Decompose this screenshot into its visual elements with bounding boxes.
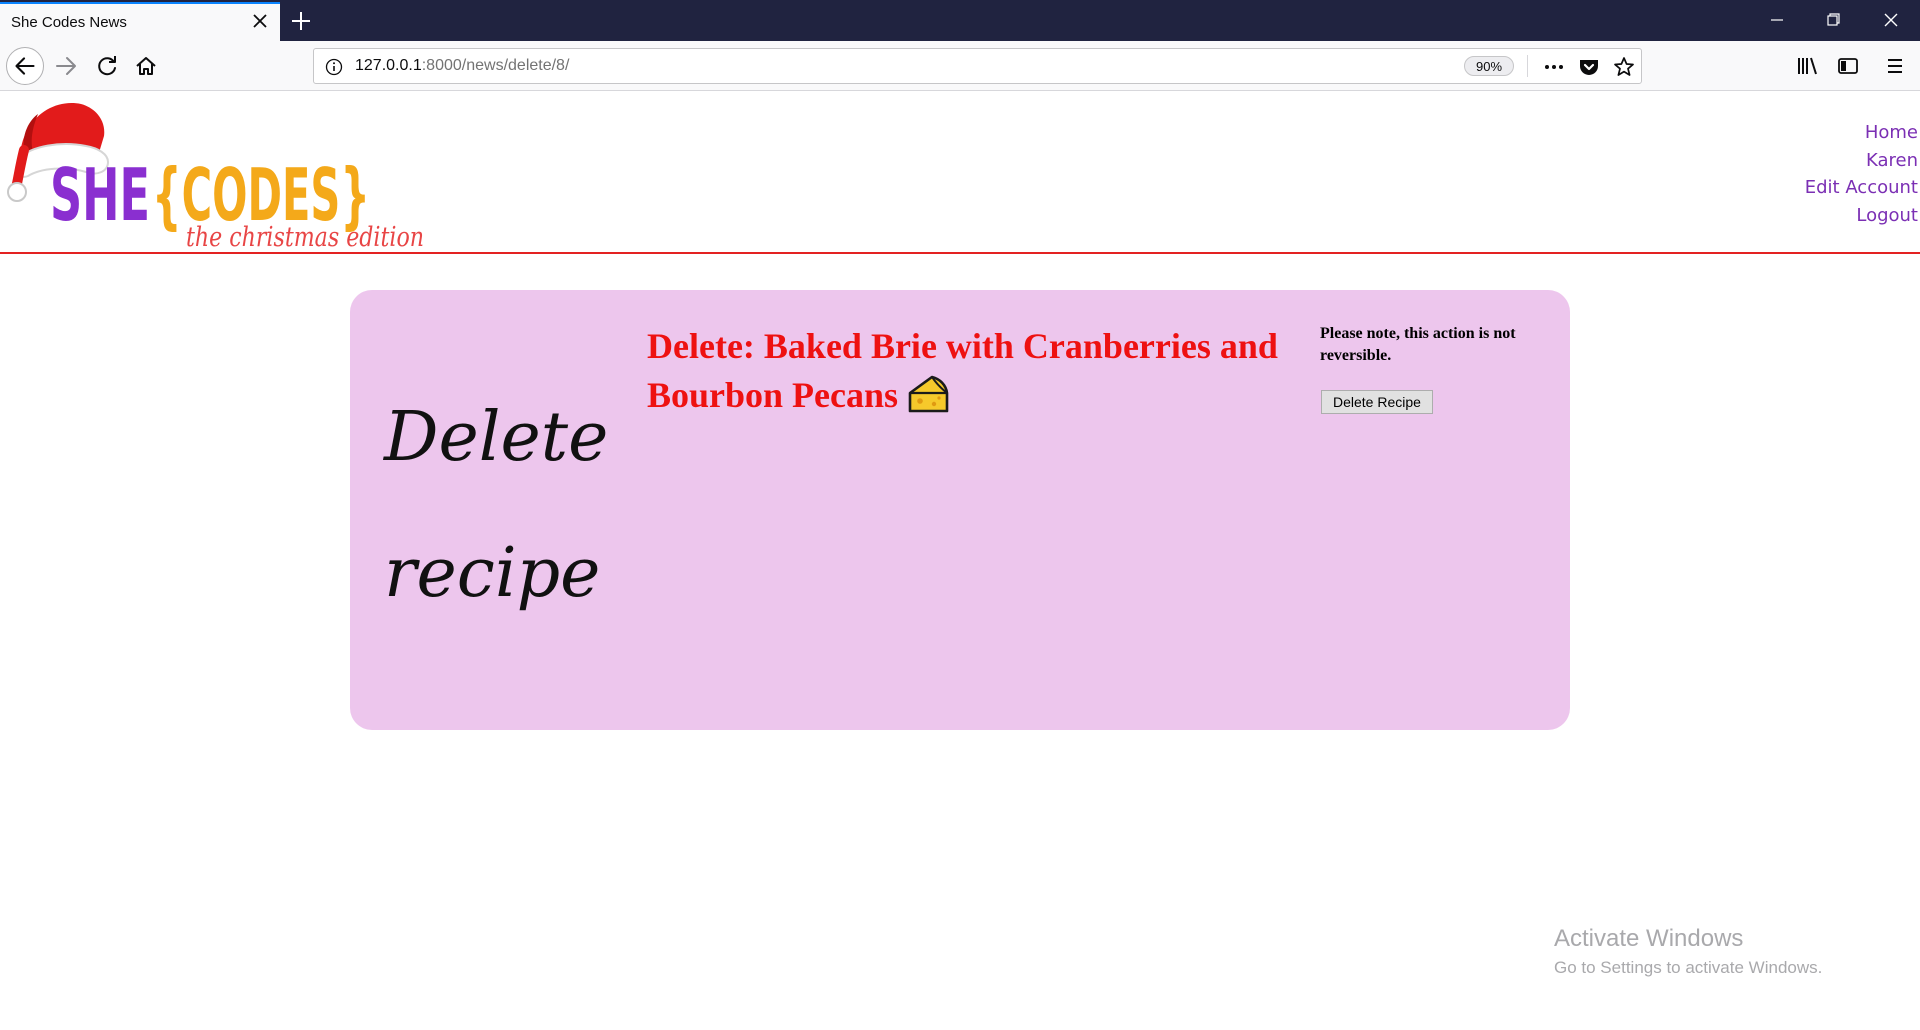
card-heading-line1: Delete — [384, 398, 609, 477]
activate-windows-subtitle: Go to Settings to activate Windows. — [1554, 958, 1823, 977]
site-logo[interactable]: SHE {CODES} the christmas edition — [6, 96, 426, 251]
reload-icon[interactable] — [90, 49, 124, 83]
logo-subtitle-text: the christmas edition — [186, 222, 424, 251]
zoom-level-badge[interactable]: 90% — [1464, 56, 1514, 76]
logo-she-text: SHE — [50, 153, 150, 237]
nav-link-profile[interactable]: Karen — [1805, 147, 1918, 175]
activate-windows-watermark: Activate Windows Go to Settings to activ… — [1554, 924, 1822, 980]
activate-windows-title: Activate Windows — [1554, 925, 1744, 952]
close-tab-icon[interactable] — [248, 9, 272, 33]
browser-tab[interactable]: She Codes News — [0, 2, 280, 41]
nav-link-edit-account[interactable]: Edit Account — [1805, 174, 1918, 202]
recipe-title: Delete: Baked Brie with Cranberries and … — [647, 322, 1297, 421]
url-text[interactable]: 127.0.0.1:8000/news/delete/8/ — [355, 57, 569, 75]
recipe-title-text: Delete: Baked Brie with Cranberries and … — [647, 326, 1278, 415]
url-path: :8000/news/delete/8/ — [421, 57, 570, 74]
delete-recipe-card: Delete recipe Delete: Baked Brie with Cr… — [350, 290, 1570, 730]
library-icon[interactable] — [1790, 49, 1824, 83]
restore-icon[interactable] — [1816, 5, 1850, 35]
card-heading-line2: recipe — [384, 534, 601, 613]
address-bar[interactable]: 127.0.0.1:8000/news/delete/8/ 90% — [313, 48, 1642, 84]
sidebar-icon[interactable] — [1831, 49, 1865, 83]
bookmark-star-icon[interactable] — [1612, 55, 1636, 79]
new-tab-icon[interactable] — [287, 7, 315, 35]
more-actions-icon[interactable] — [1542, 55, 1566, 79]
browser-tab-bar: She Codes News — [0, 0, 1920, 41]
tab-title: She Codes News — [11, 14, 127, 31]
close-window-icon[interactable] — [1874, 5, 1908, 35]
browser-toolbar: 127.0.0.1:8000/news/delete/8/ 90% — [0, 41, 1920, 91]
minimize-icon[interactable] — [1760, 5, 1794, 35]
back-arrow-icon[interactable] — [6, 47, 44, 85]
hamburger-menu-icon[interactable] — [1878, 49, 1912, 83]
home-icon[interactable] — [129, 49, 163, 83]
card-heading: Delete recipe — [384, 370, 609, 642]
site-nav: Home Karen Edit Account Logout — [1805, 119, 1918, 229]
irreversible-warning: Please note, this action is not reversib… — [1320, 325, 1516, 364]
url-host: 127.0.0.1 — [355, 57, 422, 74]
forward-arrow-icon[interactable] — [49, 49, 83, 83]
info-icon[interactable] — [324, 57, 344, 77]
delete-recipe-button[interactable]: Delete Recipe — [1321, 390, 1433, 414]
nav-link-home[interactable]: Home — [1805, 119, 1918, 147]
pocket-icon[interactable] — [1577, 55, 1601, 79]
nav-link-logout[interactable]: Logout — [1805, 202, 1918, 230]
cheese-icon — [908, 375, 949, 413]
address-bar-divider — [1527, 55, 1528, 77]
